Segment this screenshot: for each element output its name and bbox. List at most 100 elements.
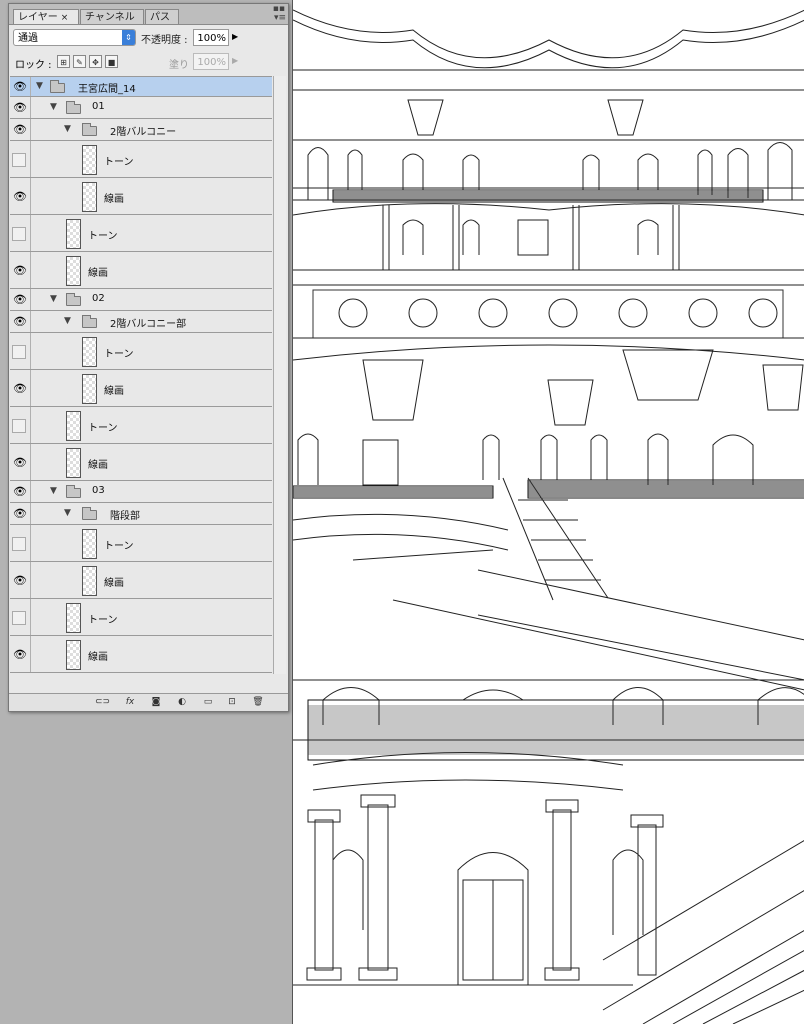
visibility-eye-icon[interactable]: 👁 bbox=[12, 123, 28, 137]
folder-icon bbox=[82, 507, 97, 520]
column-divider bbox=[30, 599, 31, 635]
layer-name: トーン bbox=[104, 348, 134, 360]
layer-row[interactable]: トーン bbox=[10, 333, 272, 370]
trash-icon[interactable]: 🗑 bbox=[251, 696, 265, 709]
visibility-eye-icon[interactable]: 👁 bbox=[12, 80, 28, 94]
layer-group-row[interactable]: 👁 ▼ 階段部 bbox=[10, 503, 272, 525]
layer-name: 01 bbox=[92, 101, 105, 112]
lock-move-icon[interactable]: ✥ bbox=[89, 55, 102, 68]
layer-name: 王宮広間_14 bbox=[78, 84, 136, 95]
visibility-toggle-off[interactable] bbox=[12, 536, 26, 551]
layer-group-row[interactable]: 👁 ▼ 王宮広間_14 bbox=[10, 77, 272, 97]
visibility-eye-icon[interactable]: 👁 bbox=[12, 456, 28, 470]
layer-thumbnail bbox=[82, 181, 97, 212]
visibility-eye-icon[interactable]: 👁 bbox=[12, 574, 28, 588]
canvas-artwork[interactable] bbox=[292, 0, 804, 1024]
layer-thumbnail bbox=[82, 144, 97, 175]
opacity-label: 不透明度 : bbox=[141, 35, 188, 46]
visibility-toggle-off[interactable] bbox=[12, 418, 26, 433]
tab-channels[interactable]: チャンネル bbox=[80, 9, 144, 24]
tab-close-icon[interactable]: × bbox=[61, 13, 69, 23]
lock-label: ロック : bbox=[15, 60, 52, 71]
visibility-eye-icon[interactable]: 👁 bbox=[12, 507, 28, 521]
visibility-eye-icon[interactable]: 👁 bbox=[12, 264, 28, 278]
layer-group-row[interactable]: 👁 ▼ 2階バルコニー部 bbox=[10, 311, 272, 333]
layer-row[interactable]: 👁 線画 bbox=[10, 252, 272, 289]
column-divider bbox=[30, 178, 31, 214]
tab-paths[interactable]: パス bbox=[145, 9, 179, 24]
layer-row[interactable]: トーン bbox=[10, 525, 272, 562]
layer-list: 👁 ▼ 王宮広間_14 👁 ▼ 01 👁 ▼ 2階バルコニー トーン 👁 線画 トーン 👁 線画 👁 ▼ 02 👁 ▼… bbox=[10, 76, 272, 675]
layer-group-row[interactable]: 👁 ▼ 2階バルコニー bbox=[10, 119, 272, 141]
column-divider bbox=[30, 444, 31, 480]
layers-panel: レイヤー × チャンネル パス ▪▪ ▾≡ 通過 ⇕ 不透明度 : 100% ▶ ロ… bbox=[8, 3, 289, 712]
column-divider bbox=[30, 119, 31, 140]
new-layer-icon[interactable]: ⊡ bbox=[225, 696, 239, 709]
column-divider bbox=[30, 562, 31, 598]
tab-layers[interactable]: レイヤー × bbox=[13, 9, 79, 24]
layer-group-row[interactable]: 👁 ▼ 02 bbox=[10, 289, 272, 311]
visibility-toggle-off[interactable] bbox=[12, 152, 26, 167]
expand-triangle-icon[interactable]: ▼ bbox=[64, 508, 71, 518]
palace-line-art bbox=[293, 9, 804, 1024]
layer-row[interactable]: トーン bbox=[10, 599, 272, 636]
visibility-eye-icon[interactable]: 👁 bbox=[12, 293, 28, 307]
panel-tab-bar: レイヤー × チャンネル パス ▪▪ ▾≡ bbox=[9, 4, 288, 25]
column-divider bbox=[30, 289, 31, 310]
layer-row[interactable]: トーン bbox=[10, 141, 272, 178]
column-divider bbox=[30, 333, 31, 369]
visibility-eye-icon[interactable]: 👁 bbox=[12, 101, 28, 115]
layer-group-row[interactable]: 👁 ▼ 03 bbox=[10, 481, 272, 503]
lock-transparent-icon[interactable]: ⊞ bbox=[57, 55, 70, 68]
folder-icon bbox=[50, 80, 65, 93]
fill-input[interactable]: 100% bbox=[193, 53, 229, 70]
opacity-arrow-icon[interactable]: ▶ bbox=[232, 32, 238, 41]
panel-footer: ⊂⊃ fx ◙ ◐ ▭ ⊡ 🗑 bbox=[9, 693, 288, 711]
adjustment-icon[interactable]: ◐ bbox=[175, 696, 189, 709]
column-divider bbox=[30, 252, 31, 288]
column-divider bbox=[30, 525, 31, 561]
layer-thumbnail bbox=[66, 639, 81, 670]
layer-row[interactable]: 👁 線画 bbox=[10, 178, 272, 215]
fx-icon[interactable]: fx bbox=[123, 696, 137, 709]
link-icon[interactable]: ⊂⊃ bbox=[95, 696, 110, 709]
layer-row[interactable]: トーン bbox=[10, 215, 272, 252]
layer-row[interactable]: 👁 線画 bbox=[10, 444, 272, 481]
expand-triangle-icon[interactable]: ▼ bbox=[64, 316, 71, 326]
visibility-toggle-off[interactable] bbox=[12, 226, 26, 241]
layer-name: 線画 bbox=[104, 193, 124, 205]
layer-row[interactable]: 👁 線画 bbox=[10, 636, 272, 673]
layer-row[interactable]: 👁 線画 bbox=[10, 370, 272, 407]
column-divider bbox=[30, 97, 31, 118]
new-group-icon[interactable]: ▭ bbox=[201, 696, 215, 709]
column-divider bbox=[30, 481, 31, 502]
expand-triangle-icon[interactable]: ▼ bbox=[50, 486, 57, 496]
layer-list-scrollbar[interactable] bbox=[273, 76, 286, 674]
layer-row[interactable]: 👁 線画 bbox=[10, 562, 272, 599]
layer-group-row[interactable]: 👁 ▼ 01 bbox=[10, 97, 272, 119]
layer-name: トーン bbox=[88, 422, 118, 434]
layer-row[interactable]: トーン bbox=[10, 407, 272, 444]
visibility-eye-icon[interactable]: 👁 bbox=[12, 190, 28, 204]
visibility-eye-icon[interactable]: 👁 bbox=[12, 648, 28, 662]
layer-name: 02 bbox=[92, 293, 105, 304]
visibility-eye-icon[interactable]: 👁 bbox=[12, 382, 28, 396]
expand-triangle-icon[interactable]: ▼ bbox=[50, 294, 57, 304]
expand-triangle-icon[interactable]: ▼ bbox=[64, 124, 71, 134]
column-divider bbox=[30, 636, 31, 672]
blend-mode-select[interactable]: 通過 ⇕ bbox=[13, 29, 136, 46]
visibility-eye-icon[interactable]: 👁 bbox=[12, 485, 28, 499]
expand-triangle-icon[interactable]: ▼ bbox=[50, 102, 57, 112]
layer-thumbnail bbox=[66, 255, 81, 286]
fill-arrow-icon[interactable]: ▶ bbox=[232, 56, 238, 65]
panel-menu-icon[interactable]: ▾≡ bbox=[274, 13, 286, 23]
opacity-input[interactable]: 100% bbox=[193, 29, 229, 46]
lock-paint-icon[interactable]: ✎ bbox=[73, 55, 86, 68]
visibility-toggle-off[interactable] bbox=[12, 610, 26, 625]
mask-icon[interactable]: ◙ bbox=[149, 696, 163, 709]
visibility-toggle-off[interactable] bbox=[12, 344, 26, 359]
lock-all-icon[interactable]: ■ bbox=[105, 55, 118, 68]
column-divider bbox=[30, 407, 31, 443]
visibility-eye-icon[interactable]: 👁 bbox=[12, 315, 28, 329]
expand-triangle-icon[interactable]: ▼ bbox=[36, 81, 43, 91]
